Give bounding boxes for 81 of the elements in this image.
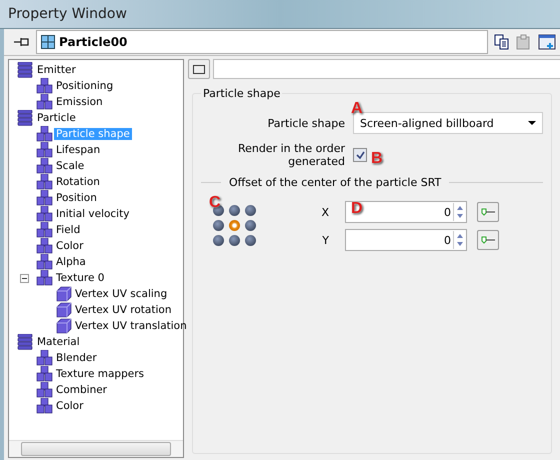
pivot-point[interactable] (229, 235, 240, 246)
axis-label: Y (321, 234, 330, 246)
tree-item[interactable]: Blender (54, 352, 99, 364)
tree-item[interactable]: Position (54, 192, 99, 204)
tree-item[interactable]: Color (54, 400, 86, 412)
slider-icon (480, 207, 496, 217)
tree-item[interactable]: Lifespan (54, 144, 102, 156)
cubes-icon (36, 350, 54, 366)
pivot-point[interactable] (213, 235, 224, 246)
cubes-icon (36, 398, 54, 414)
number-field[interactable]: 0 (345, 229, 467, 251)
layers-icon (17, 334, 35, 350)
cubes-icon (36, 94, 54, 110)
pivot-point[interactable] (213, 220, 224, 231)
axis-label: X (320, 206, 330, 218)
toggle-button[interactable] (188, 59, 210, 79)
tree-item[interactable]: Texture 0 (54, 272, 106, 284)
tree-item[interactable]: Positioning (54, 80, 116, 92)
collapse-icon[interactable] (20, 274, 29, 282)
cubes-icon (36, 238, 54, 254)
cubes-icon (36, 142, 54, 158)
field-label: Particle shape (266, 116, 345, 130)
tree-item[interactable]: Color (54, 240, 86, 252)
callout-label: C (209, 194, 221, 212)
pivot-point[interactable] (245, 220, 256, 231)
section-title: Offset of the center of the particle SRT (229, 176, 442, 189)
window-icon[interactable] (538, 34, 556, 50)
tree-item[interactable]: Particle (35, 112, 78, 124)
tree-item[interactable]: Alpha (54, 256, 88, 268)
copy-icon[interactable] (494, 34, 510, 50)
cubes-icon (36, 366, 54, 382)
pin-icon[interactable] (14, 36, 30, 48)
grid-icon (41, 35, 55, 49)
cubes-icon (36, 190, 54, 206)
group-title: Particle shape (202, 87, 282, 100)
layers-icon (17, 110, 35, 126)
shape-dropdown[interactable]: Screen-aligned billboard (353, 112, 543, 134)
square-icon (193, 64, 205, 74)
slider-button[interactable] (477, 202, 499, 222)
cubes-icon (36, 126, 54, 142)
tree-item[interactable]: Vertex UV translation (73, 320, 189, 332)
cubes-icon (36, 222, 54, 238)
cubes-icon (36, 382, 54, 398)
tree-item[interactable]: Texture mappers (54, 368, 146, 380)
tree-item[interactable]: Material (35, 336, 82, 348)
tree-item[interactable]: Vertex UV scaling (73, 288, 170, 300)
tree-item[interactable]: Emission (54, 96, 105, 108)
callout-label: D (351, 200, 363, 218)
cubes-icon (36, 174, 54, 190)
cube-icon (55, 286, 73, 302)
tree-item[interactable]: Combiner (54, 384, 109, 396)
cubes-icon (36, 254, 54, 270)
spinner-icon[interactable] (453, 231, 466, 249)
cube-icon (55, 302, 73, 318)
cube-icon (55, 318, 73, 334)
checkbox[interactable] (353, 148, 367, 162)
spinner-icon[interactable] (453, 203, 466, 221)
slider-icon (480, 235, 496, 245)
tree-item[interactable]: Emitter (35, 64, 78, 76)
horizontal-scrollbar[interactable] (9, 440, 183, 457)
cubes-icon (36, 158, 54, 174)
tree-item[interactable]: Field (54, 224, 82, 236)
tree-item[interactable]: Initial velocity (54, 208, 132, 220)
tree-item[interactable]: Rotation (54, 176, 102, 188)
checkbox-label: Render in the order generated (236, 142, 345, 168)
pivot-point[interactable] (229, 220, 240, 231)
cubes-icon (36, 206, 54, 222)
tree-item[interactable]: Vertex UV rotation (73, 304, 174, 316)
path-field[interactable] (213, 59, 560, 79)
cubes-icon (36, 78, 54, 94)
window-title: Property Window (8, 6, 127, 22)
dropdown-arrow-icon (528, 120, 536, 126)
object-field[interactable]: Particle00 (36, 30, 488, 54)
callout-label: B (371, 150, 383, 168)
tree-item[interactable]: Scale (54, 160, 86, 172)
pivot-point[interactable] (245, 205, 256, 216)
pivot-point[interactable] (229, 205, 240, 216)
pivot-point[interactable] (245, 235, 256, 246)
cubes-icon (36, 270, 54, 286)
layers-icon (17, 62, 35, 78)
slider-button[interactable] (477, 230, 499, 250)
